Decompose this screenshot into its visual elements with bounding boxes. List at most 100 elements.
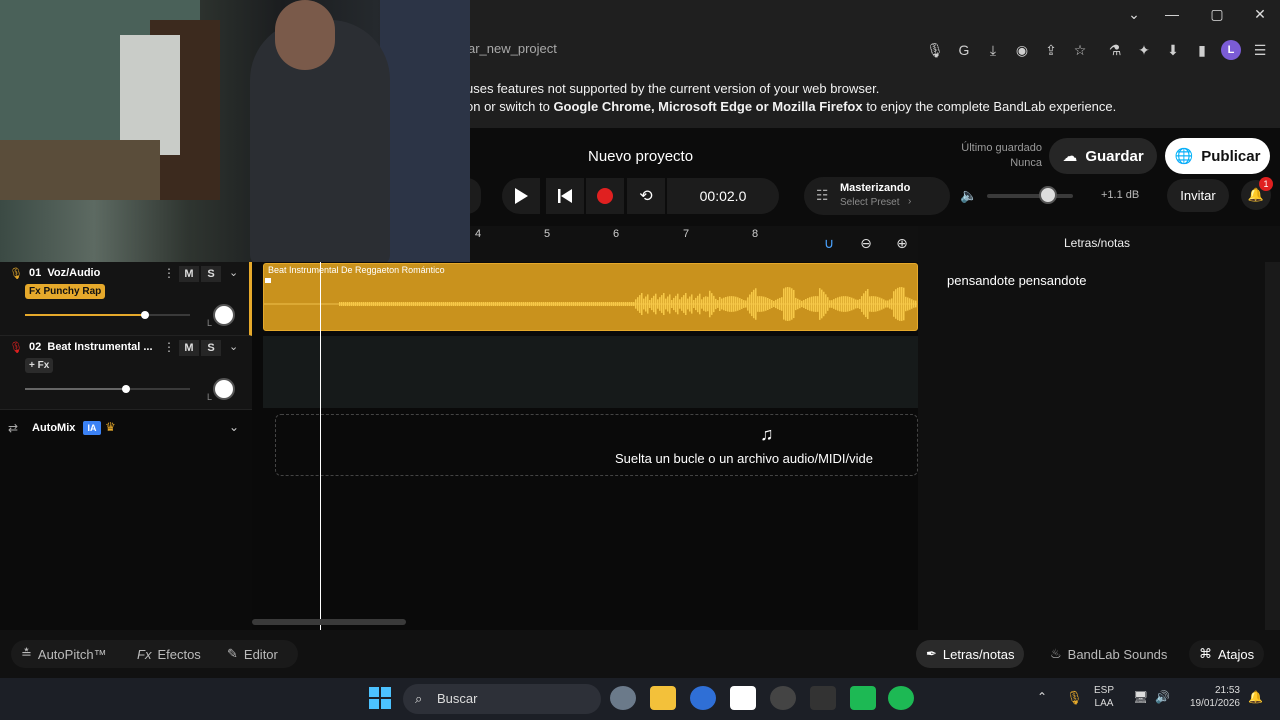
- invite-button[interactable]: Invitar: [1167, 179, 1229, 212]
- fx-preset-tag[interactable]: Fx Punchy Rap: [25, 284, 106, 299]
- zoom-out-icon[interactable]: ⊖: [852, 230, 880, 256]
- terminal-app-icon[interactable]: [810, 686, 836, 710]
- android-app-icon[interactable]: [850, 686, 876, 710]
- fx-icon: Fx: [137, 646, 152, 662]
- sliders-icon: ☷: [816, 187, 829, 203]
- save-button[interactable]: ☁ Guardar: [1049, 138, 1157, 174]
- sidepanel-icon[interactable]: ▮: [1192, 40, 1212, 60]
- volume-fader-handle[interactable]: [122, 385, 130, 393]
- loop-icon: ⟲: [639, 188, 653, 205]
- settings-app-icon[interactable]: [610, 686, 636, 710]
- play-button[interactable]: [502, 178, 540, 214]
- clip-title: Beat Instrumental De Reggaeton Romántico: [268, 265, 445, 275]
- cloud-upload-icon: ☁: [1062, 148, 1078, 165]
- pan-knob[interactable]: [213, 304, 235, 326]
- clock[interactable]: 21:53 19/01/2026: [1180, 684, 1240, 710]
- browser-app-icon[interactable]: [690, 686, 716, 710]
- tab-list-chevron-icon[interactable]: ⌄: [1122, 4, 1146, 24]
- time-display: 00:02.0: [667, 178, 779, 214]
- vertical-scrollbar[interactable]: [1265, 262, 1280, 630]
- automix-label: AutoMix: [32, 422, 76, 434]
- search-icon: ⌕: [415, 691, 423, 706]
- more-options-icon[interactable]: ⋮: [163, 266, 175, 280]
- track-name[interactable]: 02 Beat Instrumental ...: [29, 341, 153, 353]
- microphone-icon[interactable]: 🎙: [925, 40, 945, 60]
- notification-icon[interactable]: 🔔: [1248, 690, 1263, 704]
- feather-icon: ✒: [926, 646, 937, 661]
- playhead[interactable]: [320, 262, 321, 630]
- record-button[interactable]: [586, 178, 624, 214]
- lyrics-tab[interactable]: ✒ Letras/notas: [916, 640, 1025, 668]
- windows-start-icon[interactable]: [369, 687, 391, 709]
- bookmark-icon[interactable]: ☆: [1070, 40, 1090, 60]
- autopitch-button[interactable]: ≛ AutoPitch™: [11, 640, 117, 668]
- publish-button[interactable]: 🌐 Publicar: [1165, 138, 1270, 174]
- master-volume-knob[interactable]: [1039, 186, 1057, 204]
- effects-button[interactable]: Fx Efectos: [127, 640, 211, 668]
- minimize-button[interactable]: —: [1160, 4, 1184, 24]
- command-icon: ⌘: [1199, 646, 1212, 661]
- warning-line-1: uses features not supported by the curre…: [466, 81, 880, 96]
- menu-icon[interactable]: ☰: [1250, 40, 1270, 60]
- mute-button[interactable]: M: [179, 340, 199, 356]
- tray-microphone-icon[interactable]: 🎙: [1066, 690, 1083, 706]
- mastering-button[interactable]: ☷ Masterizando Select Preset ›: [804, 177, 950, 215]
- shortcuts-button[interactable]: ⌘ Atajos: [1189, 640, 1265, 668]
- speaker-icon[interactable]: 🔈: [960, 187, 977, 204]
- track-name[interactable]: 01 Voz/Audio: [29, 267, 100, 279]
- volume-db-label: +1.1 dB: [1101, 189, 1140, 201]
- timeline-ruler[interactable]: [470, 226, 918, 262]
- track-lane-2[interactable]: [263, 336, 918, 408]
- lyrics-text[interactable]: pensandote pensandote: [947, 273, 1087, 288]
- close-window-button[interactable]: ✕: [1248, 4, 1272, 24]
- spotify-app-icon[interactable]: [888, 686, 914, 710]
- add-fx-button[interactable]: + Fx: [25, 358, 54, 373]
- tracking-eye-icon[interactable]: ◉: [1012, 40, 1032, 60]
- volume-icon[interactable]: 🔊: [1155, 690, 1170, 704]
- rewind-button[interactable]: [546, 178, 584, 214]
- extension-flask-icon[interactable]: ⚗: [1105, 40, 1125, 60]
- taskbar-search[interactable]: ⌕ Buscar: [403, 684, 601, 714]
- install-app-icon[interactable]: ⤓: [983, 40, 1003, 60]
- mute-button[interactable]: M: [179, 266, 199, 282]
- add-music-icon: ♫: [760, 424, 774, 444]
- project-title[interactable]: Nuevo proyecto: [588, 148, 693, 165]
- pencil-icon: ✎: [227, 646, 238, 661]
- language-indicator[interactable]: ESP LAA: [1094, 684, 1114, 710]
- ruler-mark: 7: [683, 228, 690, 240]
- volume-fader-handle[interactable]: [141, 311, 149, 319]
- chevron-down-icon[interactable]: ⌄: [229, 266, 238, 279]
- snap-magnet-icon[interactable]: ∪: [815, 230, 843, 256]
- zoom-in-icon[interactable]: ⊕: [888, 230, 916, 256]
- loop-button[interactable]: ⟲: [627, 178, 665, 214]
- ia-badge: IA: [83, 421, 101, 435]
- network-icon[interactable]: 🖥: [1133, 690, 1148, 704]
- bandlab-sounds-tab[interactable]: ♨ BandLab Sounds: [1040, 640, 1177, 668]
- maximize-button[interactable]: ▢: [1205, 4, 1229, 24]
- volume-fader-fill: [25, 388, 126, 390]
- more-options-icon[interactable]: ⋮: [163, 340, 175, 354]
- share-icon[interactable]: ⇪: [1041, 40, 1061, 60]
- editor-button[interactable]: ✎ Editor: [217, 640, 288, 668]
- tray-chevron-up-icon[interactable]: ⌃: [1037, 690, 1047, 704]
- pan-knob[interactable]: [213, 378, 235, 400]
- chevron-down-icon[interactable]: ⌄: [229, 340, 238, 353]
- solo-button[interactable]: S: [201, 340, 221, 356]
- profile-avatar[interactable]: L: [1221, 40, 1241, 60]
- chrome-app-icon[interactable]: [770, 686, 796, 710]
- downloads-icon[interactable]: ⬇: [1163, 40, 1183, 60]
- solo-button[interactable]: S: [201, 266, 221, 282]
- chevron-down-icon[interactable]: ⌄: [229, 420, 239, 434]
- google-lens-icon[interactable]: G: [954, 40, 974, 60]
- sounds-icon: ♨: [1050, 646, 1062, 661]
- lyrics-title: Letras/notas: [1064, 236, 1131, 250]
- extension-icon[interactable]: ✦: [1134, 40, 1154, 60]
- url-text[interactable]: ar_new_project: [468, 41, 557, 56]
- capcut-app-icon[interactable]: [730, 686, 756, 710]
- file-explorer-icon[interactable]: [650, 686, 676, 710]
- drop-zone[interactable]: [275, 414, 918, 476]
- master-volume-slider[interactable]: [987, 194, 1073, 198]
- webcam-overlay: [0, 0, 470, 265]
- horizontal-scrollbar[interactable]: [252, 619, 406, 625]
- crown-icon: ♛: [105, 420, 116, 434]
